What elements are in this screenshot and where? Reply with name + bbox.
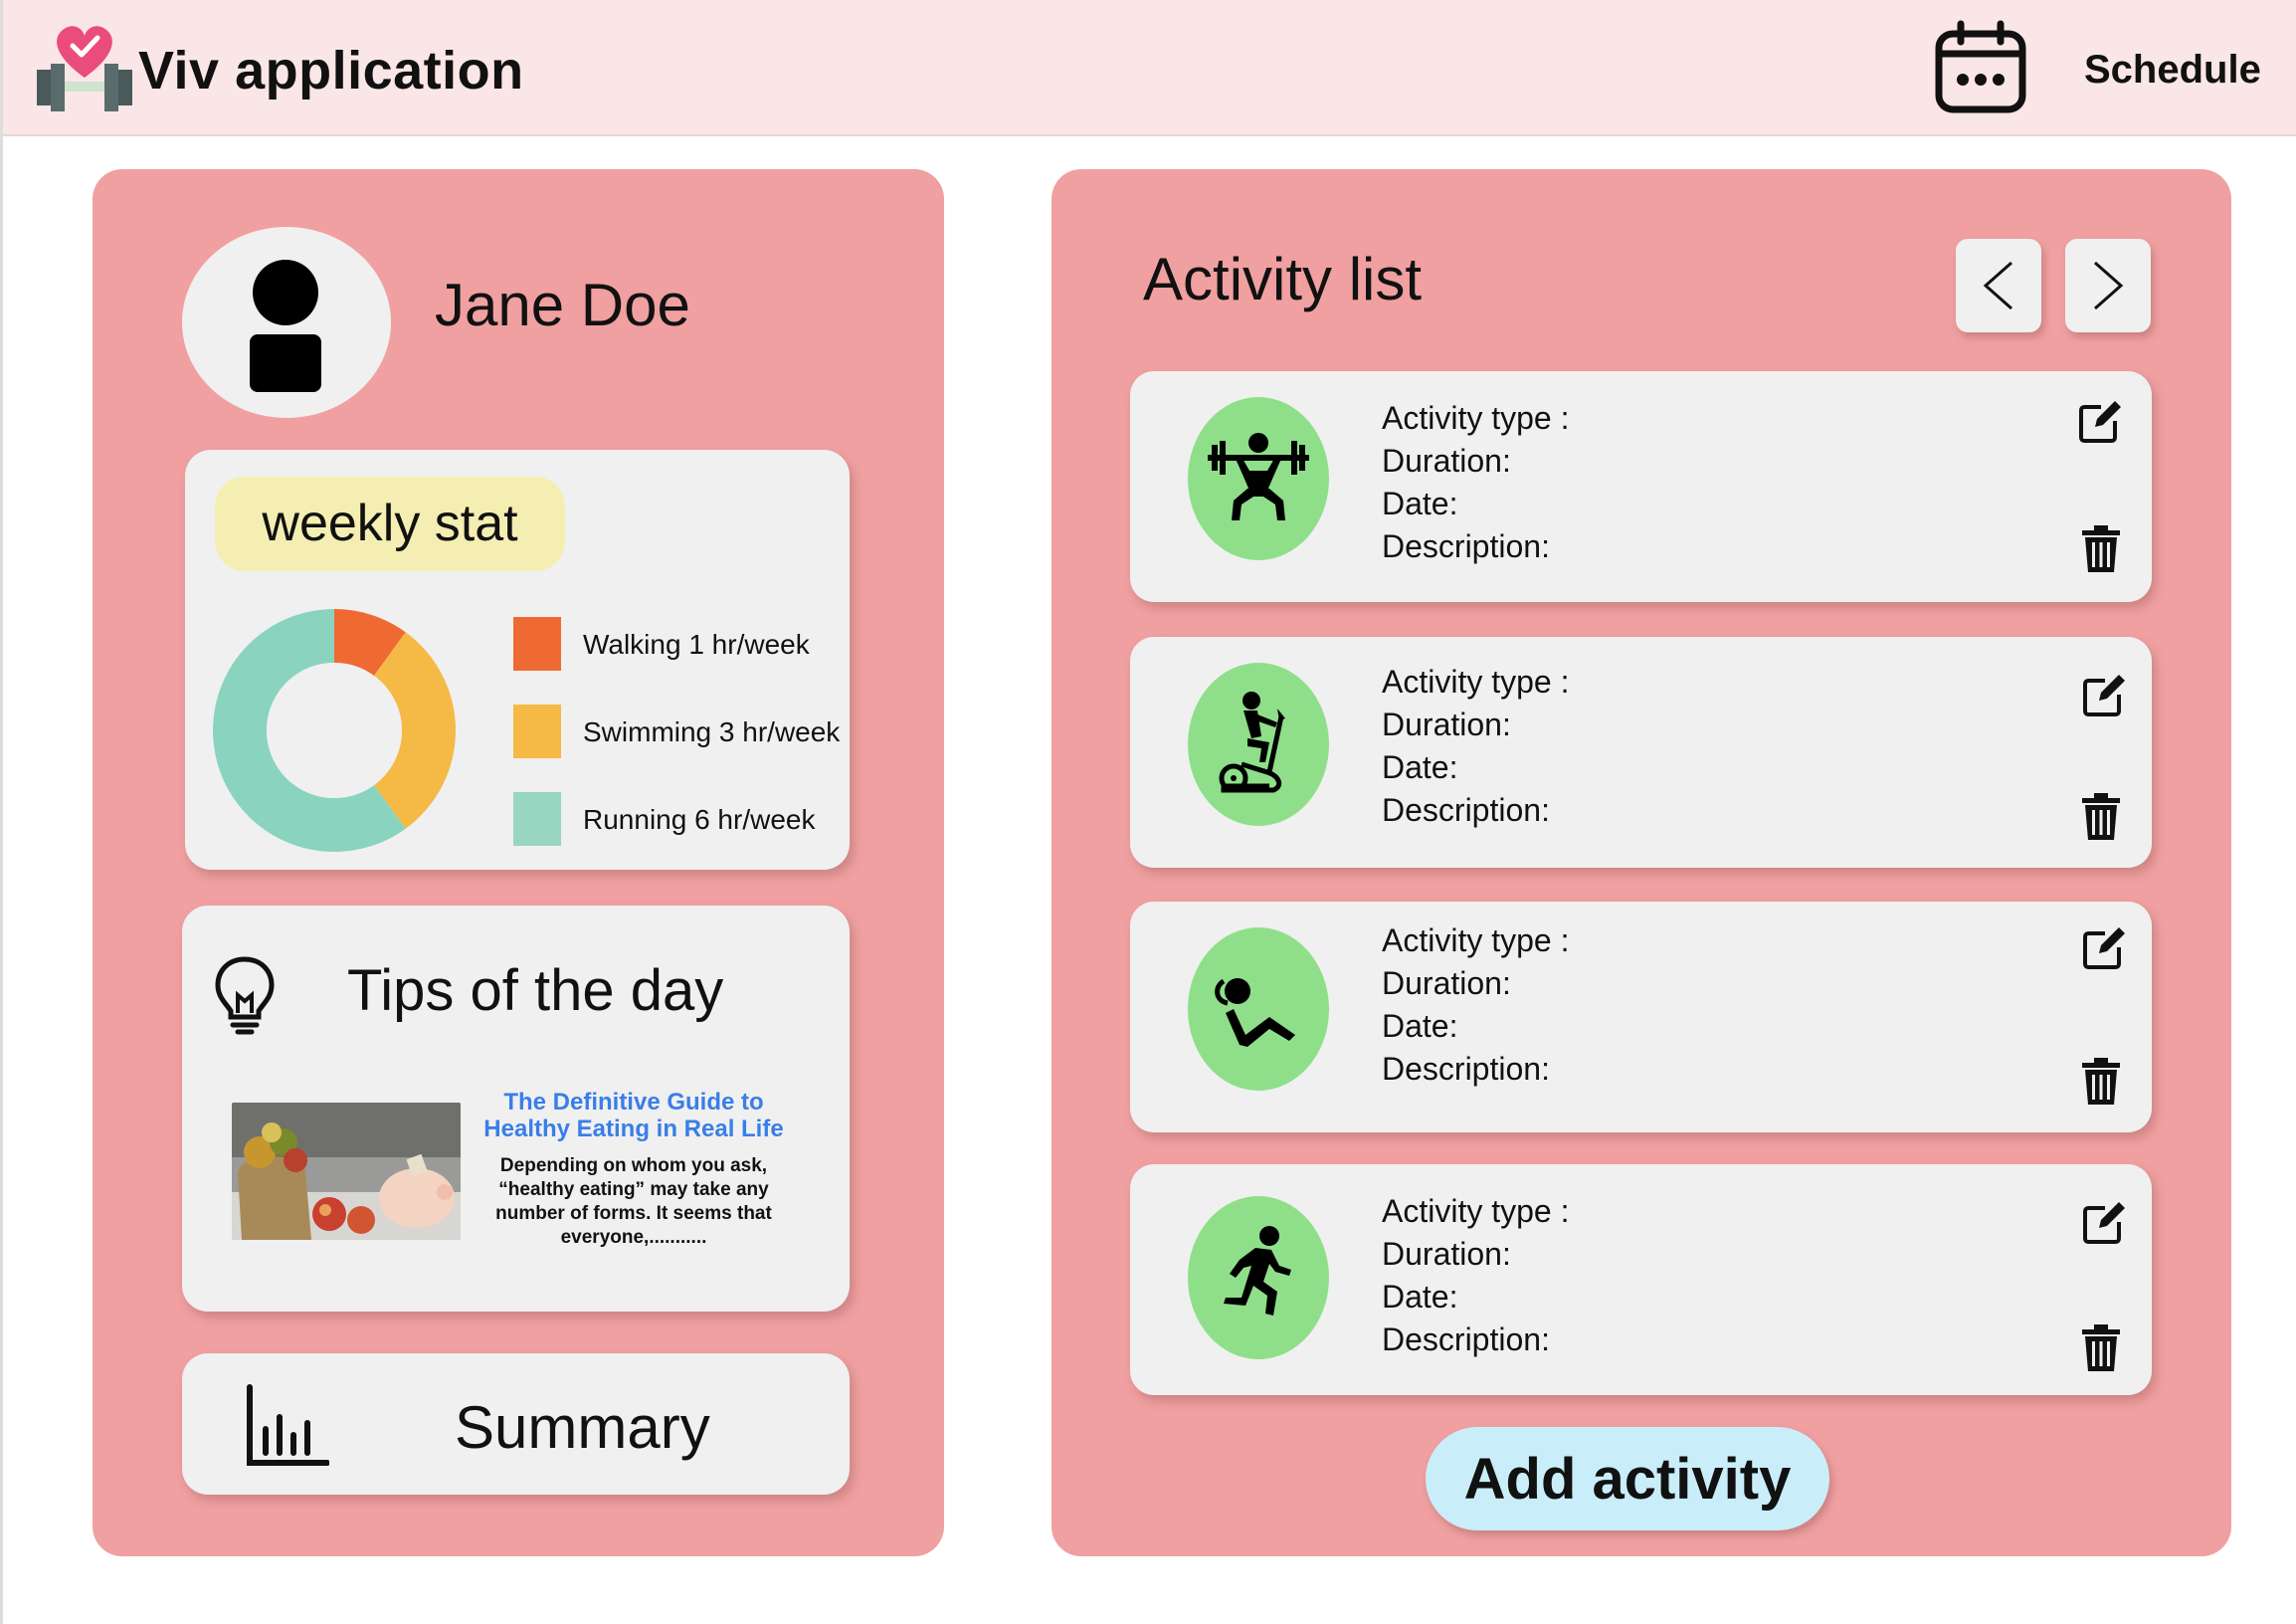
activity-item-2[interactable]: Activity type : Duration: Date: Descript… [1130, 637, 2152, 868]
chevron-left-icon [1983, 261, 2012, 310]
activity-details: Activity type : Duration: Date: Descript… [1382, 1190, 1570, 1361]
legend-swatch-running [513, 792, 561, 846]
legend-label-walking: Walking 1 hr/week [583, 629, 810, 660]
tips-title: Tips of the day [347, 958, 724, 1023]
tips-card[interactable]: Tips of the day The Definitive Guide to … [182, 906, 850, 1312]
trash-icon[interactable] [2080, 792, 2122, 842]
activity-type-label: Activity type : [1382, 400, 1570, 436]
app-title: Viv application [138, 41, 524, 101]
edit-icon[interactable] [2081, 1200, 2127, 1246]
calendar-icon[interactable] [1933, 20, 2028, 115]
description-label: Description: [1382, 1321, 1550, 1357]
weekly-stat-card: weekly stat Walking 1 hr/week Swimming 3… [185, 450, 850, 870]
tip-article-excerpt: Depending on whom you ask, “healthy eati… [495, 1155, 772, 1248]
duration-label: Duration: [1382, 965, 1511, 1001]
weekly-stat-donut-chart [213, 609, 456, 852]
summary-label: Summary [455, 1394, 710, 1461]
legend-label-running: Running 6 hr/week [583, 804, 816, 835]
date-label: Date: [1382, 1279, 1458, 1315]
duration-label: Duration: [1382, 443, 1511, 479]
edit-icon[interactable] [2077, 399, 2123, 445]
sit-up-icon [1215, 978, 1295, 1047]
activity-details: Activity type : Duration: Date: Descript… [1382, 919, 1570, 1091]
edit-icon[interactable] [2081, 925, 2127, 971]
avatar [182, 227, 391, 418]
exercise-bike-icon [1219, 692, 1285, 793]
heart-dumbbell-logo-icon [37, 26, 132, 111]
duration-label: Duration: [1382, 1236, 1511, 1272]
bar-chart-icon [247, 1384, 329, 1466]
description-label: Description: [1382, 528, 1550, 564]
app-page: Viv application Schedule Jane Doe weekly… [0, 0, 2296, 1624]
weekly-stat-badge: weekly stat [215, 477, 565, 571]
user-icon [250, 260, 321, 392]
weightlifting-icon [1208, 433, 1309, 520]
food-and-piggy-bank-image[interactable] [232, 1103, 461, 1240]
activity-type-badge [1188, 397, 1329, 560]
running-icon [1224, 1226, 1291, 1316]
activity-item-1[interactable]: Activity type : Duration: Date: Descript… [1130, 371, 2152, 602]
activity-item-3[interactable]: Activity type : Duration: Date: Descript… [1130, 902, 2152, 1132]
activity-type-label: Activity type : [1382, 922, 1570, 958]
chevron-right-icon [2094, 261, 2124, 310]
activity-type-badge [1188, 663, 1329, 826]
trash-icon[interactable] [2080, 1323, 2122, 1373]
date-label: Date: [1382, 749, 1458, 785]
summary-button[interactable]: Summary [182, 1353, 850, 1495]
legend-swatch-swimming [513, 705, 561, 758]
activity-details: Activity type : Duration: Date: Descript… [1382, 661, 1570, 832]
activity-list-title: Activity list [1143, 246, 1423, 312]
donut-hole [267, 663, 402, 798]
activity-type-badge [1188, 927, 1329, 1091]
schedule-link[interactable]: Schedule [2084, 48, 2261, 93]
top-bar: Viv application Schedule [3, 0, 2296, 136]
description-label: Description: [1382, 792, 1550, 828]
activity-type-badge [1188, 1196, 1329, 1359]
date-label: Date: [1382, 486, 1458, 521]
activity-type-label: Activity type : [1382, 1193, 1570, 1229]
activity-item-4[interactable]: Activity type : Duration: Date: Descript… [1130, 1164, 2152, 1395]
activity-details: Activity type : Duration: Date: Descript… [1382, 397, 1570, 568]
date-label: Date: [1382, 1008, 1458, 1044]
next-page-button[interactable] [2065, 239, 2151, 332]
add-activity-button[interactable]: Add activity [1426, 1427, 1829, 1530]
tip-article-headline[interactable]: The Definitive Guide to Healthy Eating i… [475, 1089, 793, 1142]
trash-icon[interactable] [2080, 1057, 2122, 1107]
legend-label-swimming: Swimming 3 hr/week [583, 716, 841, 747]
edit-icon[interactable] [2081, 673, 2127, 718]
lightbulb-icon [215, 956, 275, 1035]
description-label: Description: [1382, 1051, 1550, 1087]
user-name: Jane Doe [435, 272, 690, 338]
duration-label: Duration: [1382, 707, 1511, 742]
previous-page-button[interactable] [1956, 239, 2041, 332]
trash-icon[interactable] [2080, 524, 2122, 574]
activity-type-label: Activity type : [1382, 664, 1570, 700]
legend-swatch-walking [513, 617, 561, 671]
